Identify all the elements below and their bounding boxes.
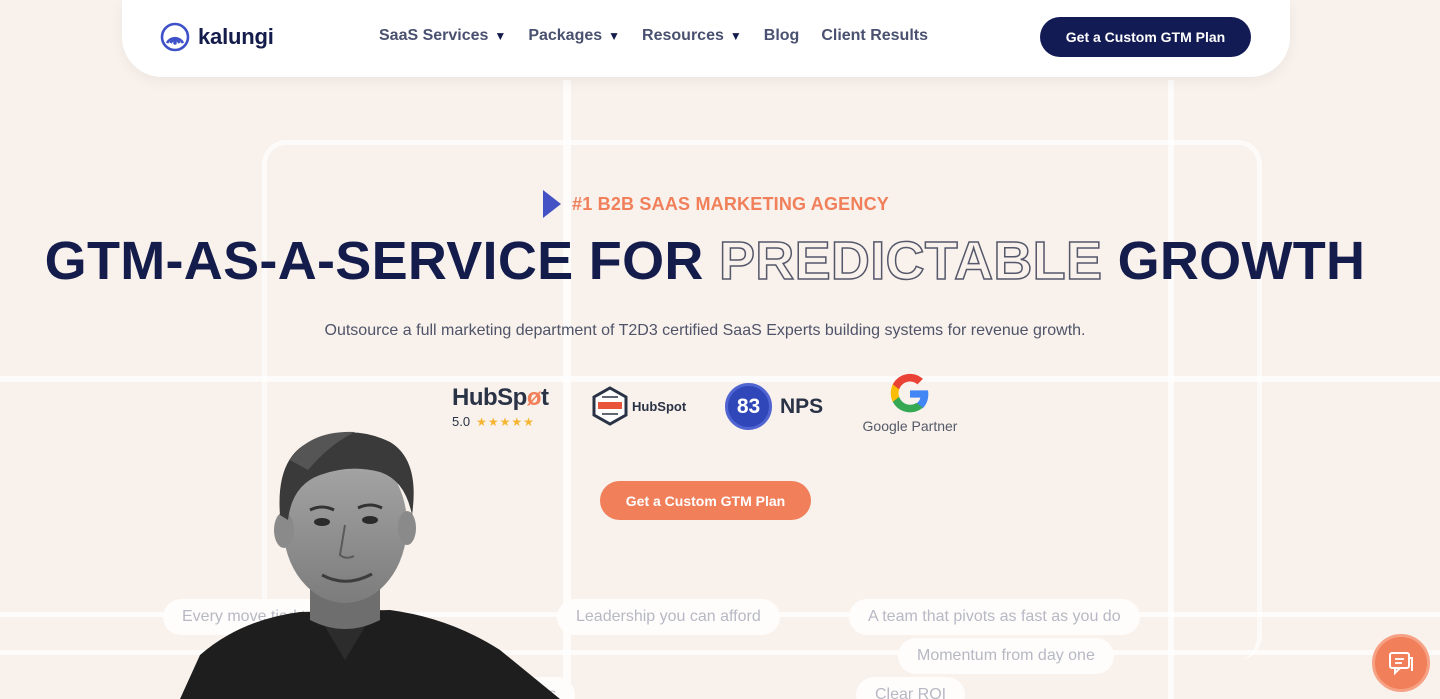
hero-eyebrow: #1 B2B SAAS MARKETING AGENCY bbox=[543, 190, 889, 218]
value-pill: Leadership you can afford bbox=[557, 599, 780, 635]
kalungi-logo-icon bbox=[160, 22, 190, 52]
nav-item-label: Packages bbox=[528, 27, 603, 44]
nav-item-label: Resources bbox=[642, 27, 724, 44]
google-partner-badge: Google Partner bbox=[862, 372, 958, 434]
nps-label: NPS bbox=[780, 394, 824, 418]
value-pill: A team that pivots as fast as you do bbox=[849, 599, 1140, 635]
nps-score: 83 bbox=[725, 383, 772, 430]
google-g-icon bbox=[890, 373, 929, 413]
logo-text: kalungi bbox=[198, 24, 274, 49]
nav-item-label: Client Results bbox=[821, 27, 928, 44]
logo-link[interactable]: kalungi bbox=[160, 22, 274, 52]
hubspot-partner-label: HubSpot bbox=[632, 398, 687, 414]
caret-down-icon: ▼ bbox=[729, 29, 742, 43]
nav-item-blog[interactable]: Blog bbox=[764, 27, 800, 45]
nav-item-resources[interactable]: Resources ▼ bbox=[642, 27, 742, 45]
value-pill: Momentum from day one bbox=[898, 638, 1114, 674]
nav-item-saas-services[interactable]: SaaS Services ▼ bbox=[379, 27, 506, 45]
hero-cta-button[interactable]: Get a Custom GTM Plan bbox=[600, 481, 811, 520]
eyebrow-text: #1 B2B SAAS MARKETING AGENCY bbox=[572, 193, 889, 214]
headline-outline-word: PREDICTABLE bbox=[718, 230, 1103, 292]
nav-item-client-results[interactable]: Client Results bbox=[821, 27, 928, 45]
hero-headline: GTM-AS-A-SERVICE FOR PREDICTABLE GROWTH bbox=[0, 230, 1410, 292]
nav-item-packages[interactable]: Packages ▼ bbox=[528, 27, 620, 45]
google-partner-label: Google Partner bbox=[862, 418, 958, 434]
top-navbar: kalungi SaaS Services ▼ Packages ▼ Resou… bbox=[122, 0, 1290, 77]
nav-cta-button[interactable]: Get a Custom GTM Plan bbox=[1040, 17, 1251, 57]
chat-widget-button[interactable] bbox=[1372, 634, 1430, 692]
main-nav: SaaS Services ▼ Packages ▼ Resources ▼ B… bbox=[379, 27, 950, 45]
caret-down-icon: ▼ bbox=[608, 29, 621, 43]
nps-badge: 83 NPS bbox=[725, 383, 823, 430]
nav-item-label: Blog bbox=[763, 27, 800, 44]
hubspot-diamond-partner-badge: HubSpot bbox=[590, 386, 686, 426]
caret-down-icon: ▼ bbox=[494, 29, 507, 43]
founder-portrait-image bbox=[180, 431, 560, 699]
play-triangle-icon bbox=[543, 190, 561, 218]
value-pill: Clear ROI bbox=[856, 677, 966, 699]
chat-icon bbox=[1389, 652, 1413, 676]
diamond-partner-hex-icon bbox=[592, 386, 628, 426]
hero-subheadline: Outsource a full marketing department of… bbox=[324, 322, 1086, 339]
headline-part: GROWTH bbox=[1102, 231, 1366, 291]
headline-part: GTM-AS-A-SERVICE FOR bbox=[44, 231, 719, 291]
hubspot-logo: HubSpøt bbox=[452, 384, 549, 411]
nav-item-label: SaaS Services bbox=[379, 27, 489, 44]
